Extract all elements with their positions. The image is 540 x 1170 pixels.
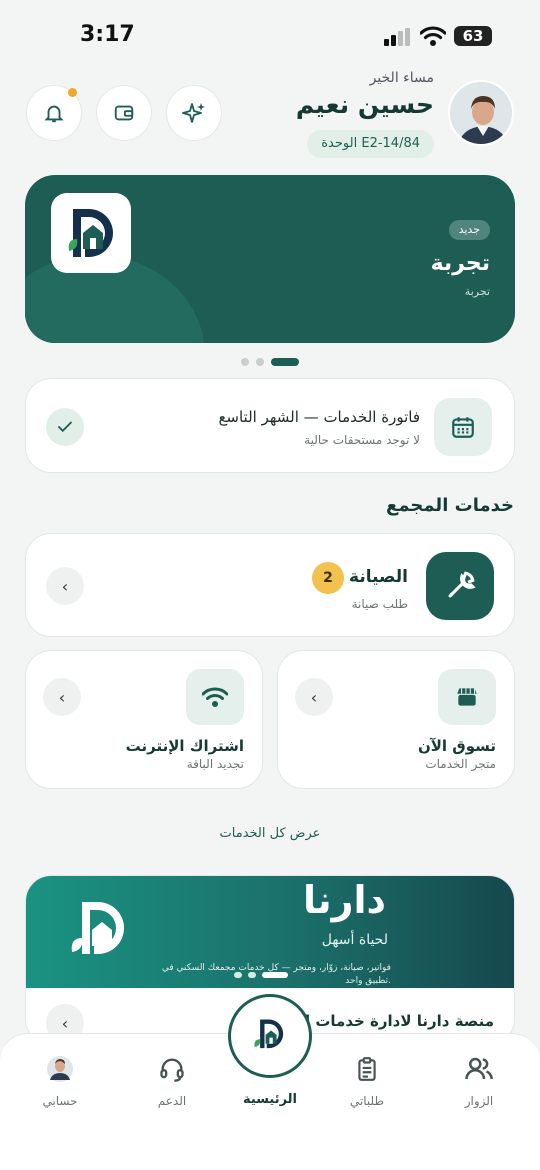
tab-account-label: حسابي [42,1094,78,1108]
internet-icon-box [186,669,244,725]
bell-icon [44,105,64,123]
internet-title: اشتراك الإنترنت [125,737,244,755]
unit-badge: الوحدة E2-14/84 [307,130,434,158]
bill-title: فاتورة الخدمات — الشهر التاسع [218,408,420,426]
tab-requests[interactable]: طلباتي [317,1054,417,1108]
maintenance-card[interactable]: الصيانة 2 طلب صيانة ‹ [25,533,515,637]
battery-indicator: 63 [454,26,492,46]
profile-photo [450,82,512,144]
chevron-left-icon: ‹ [61,576,69,596]
wifi-status-icon [420,26,446,46]
maintenance-arrow-button[interactable]: ‹ [46,567,84,605]
notification-dot [68,88,77,97]
user-avatar[interactable] [448,80,514,146]
hero-subtitle: تجربة [464,285,490,298]
maintenance-icon-box [426,552,494,620]
promo-carousel-dot[interactable] [248,972,256,978]
status-time: 3:17 [80,22,135,47]
shop-subtitle: متجر الخدمات [425,757,496,771]
user-name: حسين نعيم [295,90,434,119]
greeting-text: مساء الخير [369,70,434,86]
calendar-icon [452,417,474,438]
maintenance-count-badge: 2 [312,562,344,594]
carousel-dot[interactable] [256,358,264,366]
calendar-icon-box [434,398,492,456]
tab-support-label: الدعم [157,1094,187,1108]
chevron-left-icon: ‹ [58,687,66,707]
sparkles-icon [182,103,205,123]
new-badge: جديد [448,220,490,240]
headset-icon [160,1058,184,1082]
darna-logo-icon [68,209,113,257]
promo-carousel-dot[interactable] [234,972,242,978]
shop-icon-box [438,669,496,725]
account-avatar-icon [47,1056,73,1082]
maintenance-title: الصيانة [349,567,408,587]
shop-title: تسوق الآن [417,737,496,755]
promo-carousel-dot-active[interactable] [262,972,288,978]
wifi-icon [202,687,228,707]
hero-title: تجربة [430,251,490,276]
chevron-left-icon: ‹ [310,687,318,707]
tab-requests-label: طلباتي [349,1094,385,1108]
notifications-button[interactable] [26,85,82,141]
tab-home-label[interactable]: الرئيسية [220,1092,320,1107]
carousel-dot[interactable] [241,358,249,366]
store-icon [457,688,477,706]
users-icon [465,1057,493,1080]
bill-card[interactable]: فاتورة الخدمات — الشهر التاسع لا توجد مس… [25,378,515,473]
promo-tagline: لحياة أسهل [321,932,388,948]
clipboard-icon [358,1057,376,1081]
hero-banner[interactable]: جديد تجربة تجربة [25,175,515,343]
internet-card[interactable]: اشتراك الإنترنت تجديد الباقة ‹ [25,650,263,789]
app-logo [51,193,131,273]
tab-visitors[interactable]: الزوار [429,1054,529,1108]
cellular-signal-icon [384,28,410,46]
chevron-left-icon: ‹ [61,1013,69,1033]
internet-arrow-button[interactable]: ‹ [43,678,81,716]
maintenance-subtitle: طلب صيانة [351,597,408,611]
section-title: خدمات المجمع [386,495,514,516]
tab-home-button[interactable] [228,994,312,1078]
wallet-icon [114,105,134,121]
tab-visitors-label: الزوار [464,1094,494,1108]
bottom-tab-bar: حسابي الدعم الرئيسية طلباتي الزوار [0,994,540,1170]
carousel-dot-active[interactable] [271,358,299,366]
bill-status: لا توجد مستحقات حالية [304,433,420,447]
shop-card[interactable]: تسوق الآن متجر الخدمات ‹ [277,650,515,789]
check-icon [58,421,72,433]
paid-check [46,408,84,446]
home-logo-icon [254,1019,284,1049]
view-all-services-link[interactable]: عرض كل الخدمات [0,826,540,841]
wrench-icon [448,571,476,598]
shop-arrow-button[interactable]: ‹ [295,678,333,716]
internet-subtitle: تجديد الباقة [186,757,244,771]
tab-account[interactable]: حسابي [10,1054,110,1108]
darna-logo-icon [71,902,124,954]
wallet-button[interactable] [96,85,152,141]
tab-support[interactable]: الدعم [122,1054,222,1108]
promo-brand: دارنا [303,878,386,922]
ai-assistant-button[interactable] [166,85,222,141]
promo-banner: دارنا لحياة أسهل فواتير، صيانة، زوّار، و… [26,876,514,988]
